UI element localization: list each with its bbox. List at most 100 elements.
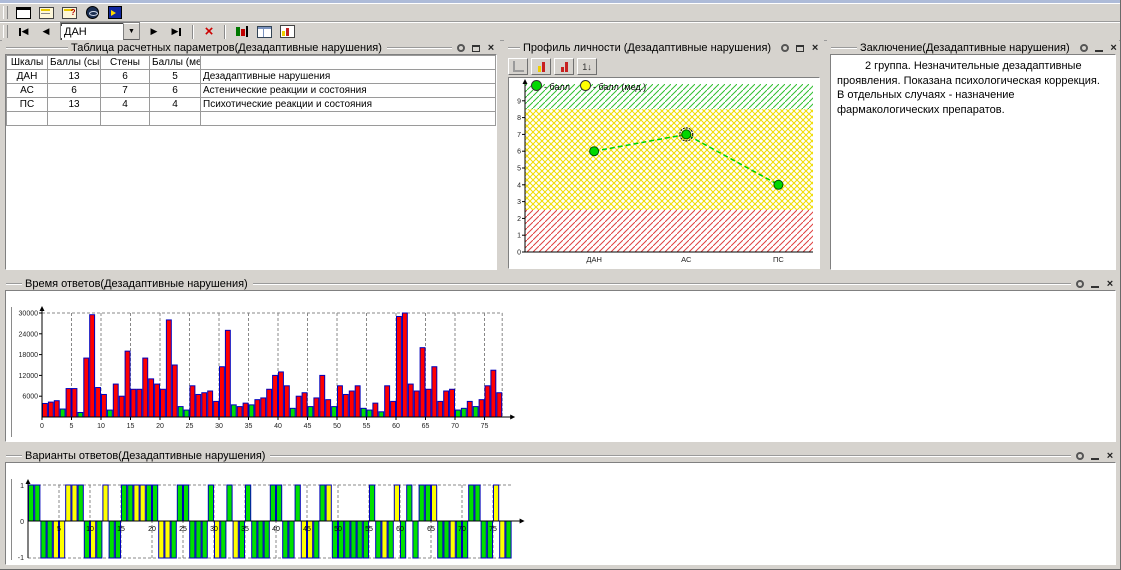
panel-close-button[interactable]: × (486, 43, 496, 53)
chevron-down-icon: ▼ (128, 28, 135, 35)
svg-text:8: 8 (517, 115, 521, 122)
svg-text:5: 5 (517, 166, 521, 173)
scale-select[interactable]: ▼ (60, 22, 140, 41)
panel-customize-button[interactable] (1075, 451, 1085, 461)
yellow-dot-icon (580, 80, 591, 91)
sort-order-button[interactable]: 1↓ (577, 58, 597, 75)
panel-maximize-button[interactable] (471, 43, 481, 53)
svg-text:70: 70 (451, 423, 459, 430)
scale-select-dropdown[interactable]: ▼ (123, 23, 139, 40)
svg-text:6000: 6000 (22, 394, 38, 401)
svg-text:25: 25 (186, 423, 194, 430)
bar-icon (538, 66, 541, 72)
panel-close-button[interactable]: × (1105, 451, 1115, 461)
panel-customize-button[interactable] (780, 43, 790, 53)
bars-view-alt-button[interactable] (554, 58, 574, 75)
svg-text:ДАН: ДАН (586, 255, 602, 264)
new-report-button[interactable] (12, 4, 34, 22)
maximize-icon (472, 45, 480, 52)
card-file-help-button[interactable] (58, 4, 80, 22)
histogram-button[interactable] (276, 23, 298, 41)
gear-icon (457, 44, 465, 52)
panel-profile: Профиль личности (Дезадаптивные нарушени… (504, 40, 824, 273)
svg-text:10: 10 (97, 423, 105, 430)
conclusion-text-area[interactable]: 2 группа. Незначительные дезадаптивные п… (831, 55, 1115, 269)
bars-view-button[interactable] (531, 58, 551, 75)
next-record-icon: ▶ (151, 26, 158, 37)
bar-icon (542, 62, 545, 72)
panel-customize-button[interactable] (456, 43, 466, 53)
data-grid-button[interactable] (253, 23, 275, 41)
delete-record-button[interactable]: × (198, 23, 220, 41)
last-record-icon (179, 28, 181, 36)
table-cell: 7 (101, 84, 150, 98)
column-header: Баллы (мед.) (150, 56, 201, 70)
report-window-icon (16, 7, 31, 19)
svg-text:75: 75 (481, 423, 489, 430)
axes-view-button[interactable] (508, 58, 528, 75)
group-line (6, 283, 22, 285)
panel-customize-button[interactable] (1079, 43, 1089, 53)
table-cell: 13 (48, 98, 101, 112)
table-cell: Дезадаптивные нарушения (201, 70, 496, 84)
table-cell: 6 (150, 84, 201, 98)
svg-text:30000: 30000 (19, 311, 39, 318)
table-cell: 6 (48, 84, 101, 98)
prev-record-button[interactable]: ◀ (35, 23, 57, 41)
panel-minimize-button[interactable] (1094, 43, 1104, 53)
svg-text:15: 15 (127, 423, 135, 430)
svg-text:9: 9 (517, 98, 521, 105)
svg-text:2: 2 (517, 216, 521, 223)
histogram-icon (280, 25, 295, 38)
table-cell: Психотические реакции и состояния (201, 98, 496, 112)
panel-minimize-button[interactable] (1090, 451, 1100, 461)
toolbar-grip[interactable] (3, 6, 8, 19)
card-file-button[interactable] (35, 4, 57, 22)
table-row[interactable]: АС676Астенические реакции и состояния (7, 84, 496, 98)
first-record-button[interactable]: ◀ (12, 23, 34, 41)
svg-text:24000: 24000 (19, 331, 39, 338)
table-cell: 4 (150, 98, 201, 112)
conclusion-text: 2 группа. Незначительные дезадаптивные п… (837, 59, 1109, 117)
panel-title-table: Таблица расчетных параметров(Дезадаптивн… (71, 43, 382, 54)
profile-legend: - балл - балл (мед.) (531, 80, 646, 92)
scale-select-input[interactable] (61, 26, 123, 38)
bar-icon (565, 62, 568, 72)
panel-minimize-button[interactable] (1090, 279, 1100, 289)
svg-text:55: 55 (363, 423, 371, 430)
panel-parameters-table: Таблица расчетных параметров(Дезадаптивн… (2, 40, 500, 273)
panel-customize-button[interactable] (1075, 279, 1085, 289)
table-row[interactable]: ДАН1365Дезадаптивные нарушения (7, 70, 496, 84)
browser-button[interactable] (81, 4, 103, 22)
svg-text:50: 50 (333, 423, 341, 430)
table-cell: 6 (101, 70, 150, 84)
panel-close-button[interactable]: × (1109, 43, 1119, 53)
report-chart-button[interactable] (230, 23, 252, 41)
panel-close-button[interactable]: × (1105, 279, 1115, 289)
table-cell: 5 (150, 70, 201, 84)
table-row-empty (7, 112, 496, 126)
toolbar-grip-2[interactable] (3, 25, 8, 38)
svg-text:25: 25 (179, 526, 187, 533)
exit-icon (108, 6, 122, 19)
legend-item: - балл (531, 80, 570, 92)
toolbar-separator-2 (224, 25, 226, 39)
column-header (201, 56, 496, 70)
gear-icon (1076, 280, 1084, 288)
svg-text:70: 70 (458, 526, 466, 533)
close-icon: × (812, 43, 818, 54)
report-chart-icon (235, 26, 248, 37)
panel-maximize-button[interactable] (795, 43, 805, 53)
group-line (253, 283, 1071, 285)
panel-close-button[interactable]: × (810, 43, 820, 53)
next-record-button[interactable]: ▶ (143, 23, 165, 41)
exit-button[interactable] (104, 4, 126, 22)
svg-text:60: 60 (396, 526, 404, 533)
sort-icon: 1↓ (582, 63, 592, 72)
table-row[interactable]: ПС1344Психотические реакции и состояния (7, 98, 496, 112)
last-record-button[interactable]: ▶ (166, 23, 188, 41)
table-cell: ДАН (7, 70, 48, 84)
svg-text:АС: АС (681, 255, 692, 264)
profile-chart: - балл - балл (мед.) 0123456789ДАНАСПС (508, 77, 820, 269)
svg-text:10: 10 (86, 526, 94, 533)
